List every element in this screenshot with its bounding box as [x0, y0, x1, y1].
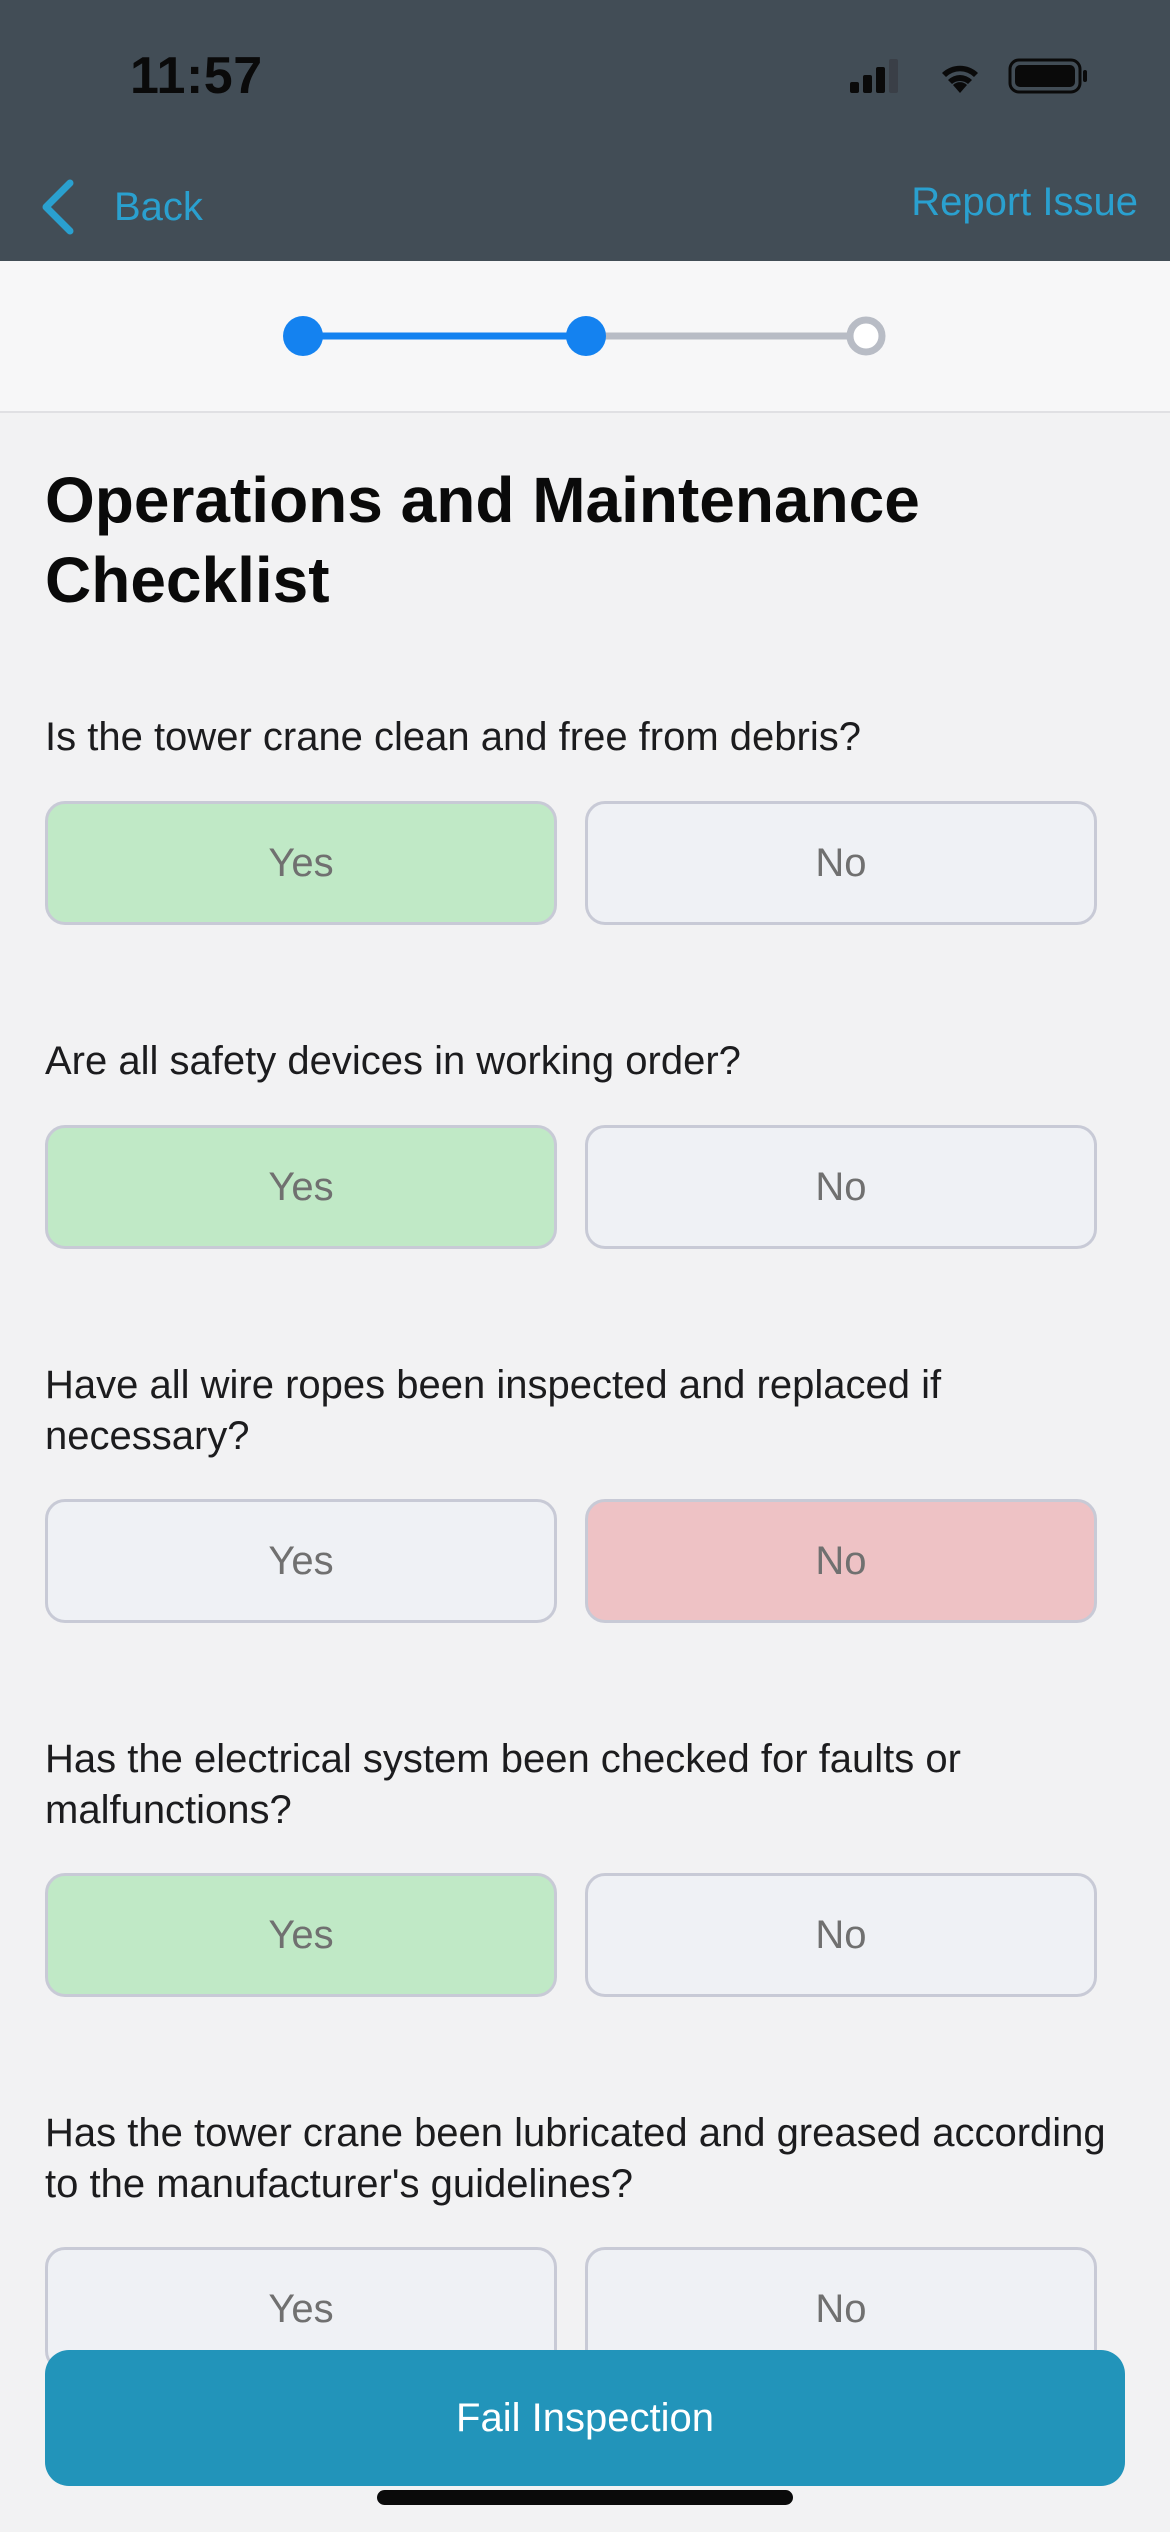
step-1-indicator — [283, 316, 323, 356]
question-5-text: Has the tower crane been lubricated and … — [45, 2111, 1106, 2206]
cellular-signal-icon — [850, 59, 898, 93]
question-3-yes-button[interactable]: Yes — [45, 1499, 557, 1623]
stepper-graphic — [283, 316, 886, 356]
question-1-yes-button[interactable]: Yes — [45, 801, 557, 925]
step-3-indicator — [846, 316, 886, 356]
status-time: 11:57 — [130, 47, 263, 105]
step-2-indicator — [566, 316, 606, 356]
back-button[interactable]: Back — [40, 174, 203, 240]
question-2-yes-button[interactable]: Yes — [45, 1125, 557, 1249]
question-3-no-button[interactable]: No — [585, 1499, 1097, 1623]
back-label: Back — [114, 184, 203, 229]
home-indicator — [377, 2490, 793, 2505]
wifi-icon — [942, 65, 978, 93]
navigation-header: 11:57 Back Report Issue — [0, 0, 1170, 261]
question-3-text: Have all wire ropes been inspected and r… — [45, 1363, 942, 1458]
question-4-no-button[interactable]: No — [585, 1873, 1097, 1997]
question-1-text: Is the tower crane clean and free from d… — [45, 715, 861, 759]
battery-icon — [1008, 58, 1087, 94]
question-1-no-button[interactable]: No — [585, 801, 1097, 925]
chevron-left-icon — [42, 179, 74, 235]
fail-inspection-button[interactable]: Fail Inspection — [45, 2350, 1125, 2486]
status-icons — [850, 56, 1090, 96]
page-title: Operations and Maintenance Checklist — [45, 464, 920, 616]
question-4-yes-button[interactable]: Yes — [45, 1873, 557, 1997]
question-4-text: Has the electrical system been checked f… — [45, 1737, 961, 1832]
question-2-no-button[interactable]: No — [585, 1125, 1097, 1249]
question-2-text: Are all safety devices in working order? — [45, 1039, 741, 1083]
report-issue-button[interactable]: Report Issue — [911, 180, 1138, 225]
progress-stepper — [0, 261, 1170, 413]
